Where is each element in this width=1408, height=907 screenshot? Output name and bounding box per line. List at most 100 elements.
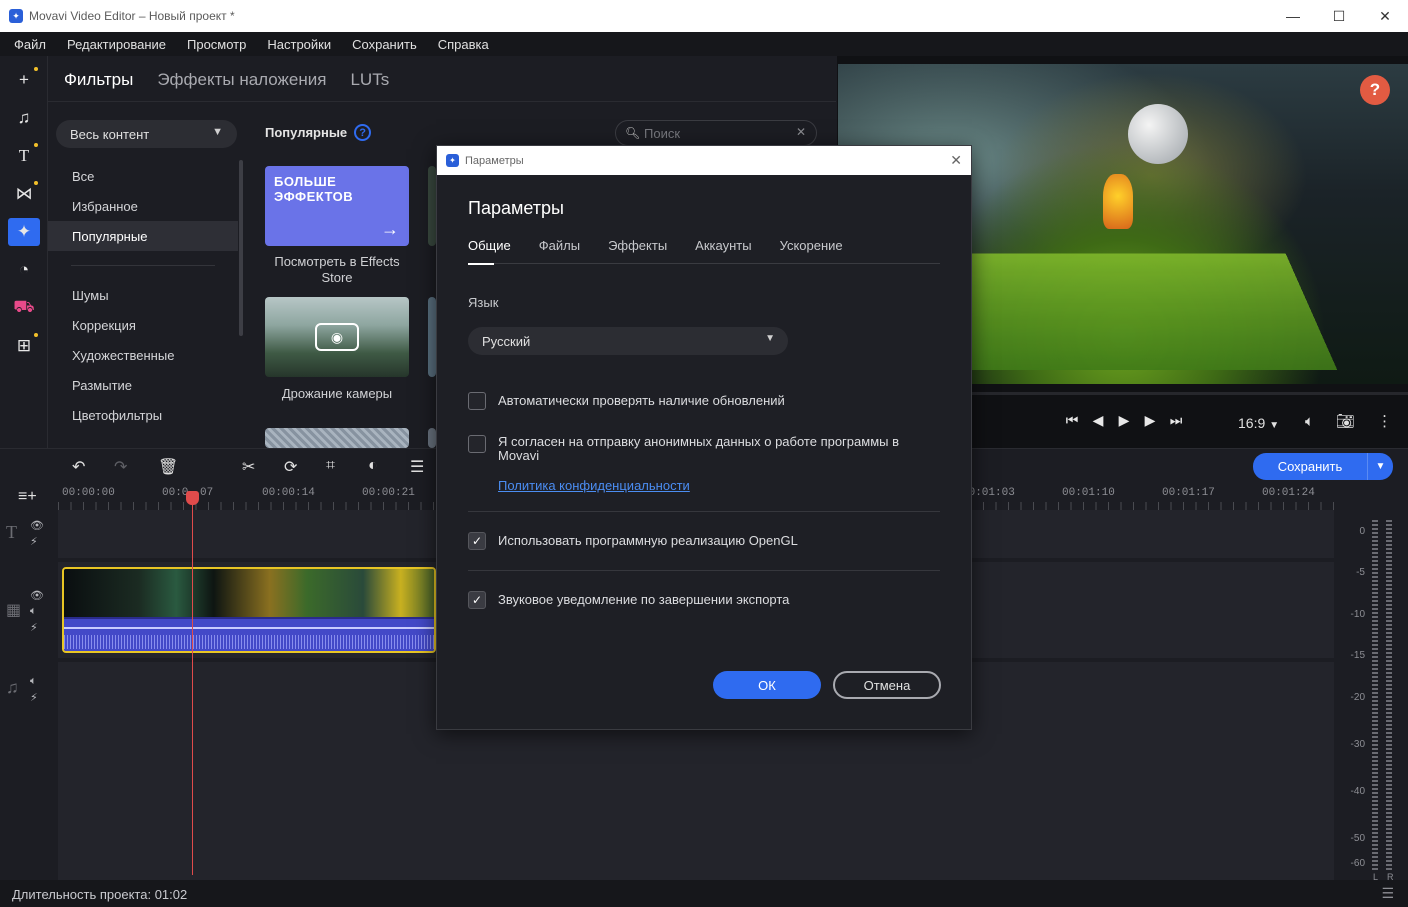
- rotate-icon[interactable]: ⟳: [284, 457, 297, 477]
- volume-icon[interactable]: 🔈︎: [30, 675, 37, 688]
- menu-file[interactable]: Файл: [14, 37, 46, 52]
- tab-accounts[interactable]: Аккаунты: [695, 238, 751, 264]
- anonymous-data-checkbox[interactable]: [468, 435, 486, 453]
- category-artistic[interactable]: Художественные: [48, 340, 238, 370]
- aspect-ratio-select[interactable]: 16:9 ▼: [1238, 415, 1279, 431]
- add-track-icon[interactable]: ≡+: [18, 488, 37, 506]
- lock-link-icon[interactable]: ⚡︎: [30, 691, 38, 704]
- menu-settings[interactable]: Настройки: [267, 37, 331, 52]
- tab-luts[interactable]: LUTs: [350, 70, 389, 90]
- volume-icon[interactable]: 🔈︎: [1305, 413, 1314, 430]
- category-separator: [71, 265, 215, 266]
- chevron-down-icon[interactable]: ▼: [1368, 461, 1393, 472]
- panel-divider: [48, 101, 836, 102]
- close-dialog-icon[interactable]: ✕: [950, 152, 962, 169]
- filter-card-partial[interactable]: [428, 428, 436, 448]
- filters-tool[interactable]: ✦: [8, 218, 40, 246]
- more-tools[interactable]: ⊞: [8, 332, 40, 360]
- import-tool[interactable]: +: [8, 66, 40, 94]
- opengl-checkbox[interactable]: ✓: [468, 532, 486, 550]
- playhead-handle[interactable]: [186, 491, 199, 505]
- music-icon: ♫: [17, 108, 31, 127]
- category-popular[interactable]: Популярные: [48, 221, 238, 251]
- tab-overlay-effects[interactable]: Эффекты наложения: [157, 70, 326, 90]
- category-scrollbar[interactable]: [239, 160, 243, 336]
- menu-help[interactable]: Справка: [438, 37, 489, 52]
- color-adjust-icon[interactable]: ◐: [368, 457, 378, 475]
- category-blur[interactable]: Размытие: [48, 370, 238, 400]
- tab-files[interactable]: Файлы: [539, 238, 580, 264]
- tab-filters[interactable]: Фильтры: [64, 70, 133, 90]
- category-all[interactable]: Все: [48, 161, 238, 191]
- filter-card-partial[interactable]: [428, 166, 436, 246]
- lock-link-icon[interactable]: ⚡︎: [30, 535, 38, 548]
- lock-link-icon[interactable]: ⚡︎: [30, 621, 38, 634]
- arrow-right-icon: →: [381, 219, 399, 239]
- maximize-button[interactable]: ☐: [1316, 0, 1362, 32]
- transitions-tool[interactable]: ⋈: [8, 180, 40, 208]
- auto-updates-checkbox[interactable]: [468, 392, 486, 410]
- content-type-select[interactable]: Весь контент ▼: [56, 120, 237, 148]
- playhead[interactable]: [186, 491, 199, 875]
- privacy-policy-link[interactable]: Политика конфиденциальности: [498, 478, 690, 493]
- step-forward-icon[interactable]: ▶: [1142, 412, 1158, 429]
- video-clip[interactable]: [62, 567, 436, 653]
- clip-volume-line[interactable]: [64, 627, 434, 629]
- meter-level: -30: [1350, 739, 1365, 750]
- dialog-tabs: Общие Файлы Эффекты Аккаунты Ускорение: [468, 238, 940, 265]
- tab-general[interactable]: Общие: [468, 238, 511, 265]
- skip-end-icon[interactable]: ⏭: [1168, 412, 1184, 429]
- volume-icon[interactable]: 🔈︎: [30, 605, 37, 618]
- category-correction[interactable]: Коррекция: [48, 310, 238, 340]
- category-favorites[interactable]: Избранное: [48, 191, 238, 221]
- camera-shake-card[interactable]: ◉: [265, 297, 409, 377]
- eye-icon[interactable]: 👁︎: [30, 519, 44, 532]
- filter-card-next[interactable]: [265, 428, 409, 448]
- snapshot-camera-icon[interactable]: 📷︎: [1336, 412, 1355, 430]
- clip-properties-icon[interactable]: ☰: [410, 457, 424, 477]
- window-controls: — ☐ ✕: [1270, 0, 1408, 32]
- camera-icon: ◉: [315, 323, 359, 351]
- menu-save[interactable]: Сохранить: [352, 37, 417, 52]
- help-button[interactable]: ?: [1360, 75, 1390, 105]
- hamburger-icon[interactable]: ☰: [1381, 885, 1394, 902]
- clock-tool[interactable]: ◔: [8, 256, 40, 284]
- cut-icon[interactable]: ✂: [242, 457, 255, 477]
- music-tool[interactable]: ♫: [8, 104, 40, 132]
- step-back-icon[interactable]: ◀: [1090, 412, 1106, 429]
- filter-card-partial[interactable]: [428, 297, 436, 377]
- language-select[interactable]: Русский ▼: [468, 327, 788, 355]
- delete-icon[interactable]: 🗑︎: [158, 457, 178, 477]
- option-anonymous-data: Я согласен на отправку анонимных данных …: [468, 435, 938, 463]
- ok-button[interactable]: ОК: [713, 671, 821, 699]
- titles-tool[interactable]: T: [8, 142, 40, 170]
- menu-edit[interactable]: Редактирование: [67, 37, 166, 52]
- more-effects-card[interactable]: БОЛЬШЕ ЭФФЕКТОВ →: [265, 166, 409, 246]
- export-sound-checkbox[interactable]: ✓: [468, 591, 486, 609]
- minimize-button[interactable]: —: [1270, 0, 1316, 32]
- skip-start-icon[interactable]: ⏮: [1064, 412, 1080, 429]
- search-input[interactable]: 🔍︎ Поиск ✕: [615, 120, 817, 146]
- close-window-button[interactable]: ✕: [1362, 0, 1408, 32]
- tab-effects[interactable]: Эффекты: [608, 238, 667, 264]
- save-export-button[interactable]: Сохранить ▼: [1253, 453, 1393, 480]
- undo-icon[interactable]: ↶: [72, 457, 85, 477]
- help-circle-icon[interactable]: ?: [354, 124, 372, 141]
- ruler-label: 00:0: [162, 487, 189, 499]
- play-icon[interactable]: ▶: [1116, 412, 1132, 429]
- tab-acceleration[interactable]: Ускорение: [780, 238, 843, 264]
- cancel-button[interactable]: Отмена: [833, 671, 941, 699]
- new-dot: [34, 143, 38, 147]
- redo-icon[interactable]: ↷: [114, 457, 127, 477]
- eye-icon[interactable]: 👁︎: [30, 589, 44, 602]
- aspect-ratio-value: 16:9: [1238, 415, 1266, 431]
- more-options-icon[interactable]: ⋮: [1377, 412, 1392, 430]
- category-noise[interactable]: Шумы: [48, 280, 238, 310]
- menu-view[interactable]: Просмотр: [187, 37, 246, 52]
- project-duration: Длительность проекта: 01:02: [12, 887, 188, 902]
- clear-search-icon[interactable]: ✕: [796, 125, 806, 139]
- stickers-tool[interactable]: ⛟: [8, 294, 40, 322]
- category-color-filters[interactable]: Цветофильтры: [48, 400, 238, 430]
- crop-icon[interactable]: ⌗: [326, 457, 335, 475]
- new-dot: [34, 67, 38, 71]
